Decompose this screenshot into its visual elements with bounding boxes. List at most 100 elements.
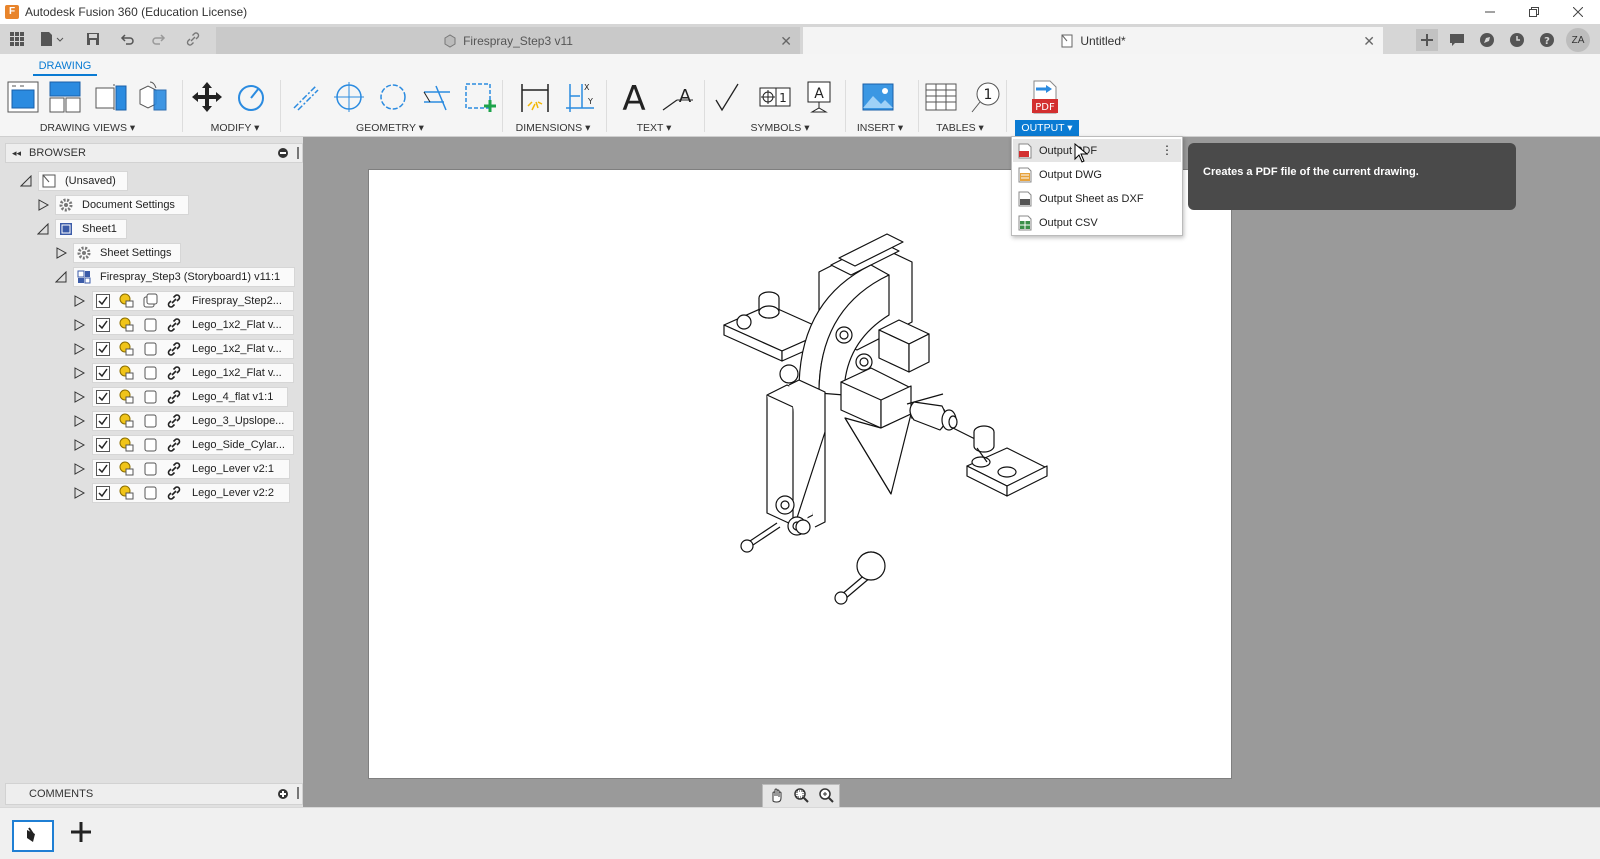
dimensions-menu[interactable]: DIMENSIONS ▾ [508, 120, 598, 136]
tab-firespray[interactable]: Firespray_Step3 v11 ✕ [216, 27, 800, 54]
link-button[interactable] [178, 24, 208, 54]
text-tool[interactable]: A [615, 78, 653, 116]
data-panel-button[interactable] [2, 24, 32, 54]
tree-node-component[interactable]: Firespray_Step2... [92, 291, 294, 311]
collapsed-triangle-icon[interactable] [73, 391, 85, 403]
output-pdf-tool[interactable]: PDF [1026, 78, 1064, 116]
panel-pin-icon[interactable] [297, 787, 299, 799]
tree-row-root[interactable]: (Unsaved) [20, 170, 128, 192]
collapsed-triangle-icon[interactable] [73, 319, 85, 331]
visibility-checkbox[interactable] [96, 342, 110, 356]
sheet-thumbnail[interactable] [12, 820, 54, 852]
add-comment-icon[interactable] [278, 789, 288, 799]
geometry-menu[interactable]: GEOMETRY ▾ [340, 120, 440, 136]
centerline-tool[interactable] [286, 78, 324, 116]
new-tab-button[interactable] [1416, 29, 1438, 51]
tree-node-document-settings[interactable]: Document Settings [55, 195, 189, 215]
menu-item-output-dwg[interactable]: Output DWG [1013, 163, 1181, 186]
tree-node-sheet1[interactable]: Sheet1 [55, 219, 127, 239]
center-mark-tool[interactable] [330, 78, 368, 116]
lego-assembly-drawing[interactable] [369, 170, 1231, 778]
tab-close-icon[interactable]: ✕ [1363, 33, 1375, 50]
file-menu-button[interactable] [34, 24, 70, 54]
restore-button[interactable] [1512, 0, 1556, 24]
symbols-menu[interactable]: SYMBOLS ▾ [735, 120, 825, 136]
menu-item-output-csv[interactable]: Output CSV [1013, 211, 1181, 234]
notifications-button[interactable] [1446, 29, 1468, 51]
tree-row-component[interactable]: Lego_1x2_Flat v... [73, 338, 294, 360]
redo-button[interactable] [144, 24, 174, 54]
tree-node-sheet-settings[interactable]: Sheet Settings [73, 243, 181, 263]
tree-row-component[interactable]: Lego_1x2_Flat v... [73, 314, 294, 336]
visibility-checkbox[interactable] [96, 366, 110, 380]
visibility-checkbox[interactable] [96, 486, 110, 500]
tree-node-component[interactable]: Lego_1x2_Flat v... [92, 339, 294, 359]
modify-menu[interactable]: MODIFY ▾ [195, 120, 275, 136]
collapse-panel-icon[interactable]: ◂◂ [12, 148, 21, 159]
menu-item-output-pdf[interactable]: Output PDF ⋮ [1013, 139, 1181, 162]
tree-row-component[interactable]: Lego_Side_Cylar... [73, 434, 294, 456]
tree-node-component[interactable]: Lego_1x2_Flat v... [92, 315, 294, 335]
panel-pin-icon[interactable] [297, 147, 299, 159]
tree-row-component[interactable]: Lego_Lever v2:2 [73, 482, 290, 504]
tree-node-component[interactable]: Lego_3_Upslope... [92, 411, 294, 431]
close-window-button[interactable] [1556, 0, 1600, 24]
tree-row-document-settings[interactable]: Document Settings [37, 194, 189, 216]
feature-control-frame-tool[interactable]: 1 [756, 78, 794, 116]
projected-view-tool[interactable] [46, 78, 84, 116]
expanded-triangle-icon[interactable] [37, 223, 49, 235]
visibility-checkbox[interactable] [96, 390, 110, 404]
more-options-icon[interactable]: ⋮ [1161, 143, 1173, 157]
output-menu[interactable]: OUTPUT ▾ [1015, 120, 1079, 136]
datum-identifier-tool[interactable]: A [800, 78, 838, 116]
tree-row-component[interactable]: Lego_1x2_Flat v... [73, 362, 294, 384]
collapsed-triangle-icon[interactable] [73, 487, 85, 499]
drawing-sheet[interactable] [368, 169, 1232, 779]
collapsed-triangle-icon[interactable] [73, 295, 85, 307]
browser-panel-header[interactable]: ◂◂ BROWSER [5, 143, 303, 163]
tree-row-component[interactable]: Lego_Lever v2:1 [73, 458, 290, 480]
table-tool[interactable] [922, 78, 960, 116]
sketch-tool[interactable] [460, 78, 498, 116]
dimension-tool[interactable] [516, 78, 554, 116]
edge-extension-tool[interactable] [418, 78, 456, 116]
tables-menu[interactable]: TABLES ▾ [930, 120, 990, 136]
extensions-button[interactable] [1476, 29, 1498, 51]
tree-row-component[interactable]: Lego_3_Upslope... [73, 410, 294, 432]
tree-row-sheet-settings[interactable]: Sheet Settings [55, 242, 181, 264]
tree-row-view[interactable]: Firespray_Step3 (Storyboard1) v11:1 [55, 266, 295, 288]
tree-node-unsaved[interactable]: (Unsaved) [38, 171, 128, 191]
zoom-window-button[interactable] [793, 787, 809, 806]
collapsed-triangle-icon[interactable] [55, 247, 67, 259]
center-mark-pattern-tool[interactable] [374, 78, 412, 116]
collapsed-triangle-icon[interactable] [37, 199, 49, 211]
leader-tool[interactable]: A [659, 78, 697, 116]
rotate-tool[interactable] [232, 78, 270, 116]
visibility-checkbox[interactable] [96, 414, 110, 428]
collapsed-triangle-icon[interactable] [73, 343, 85, 355]
tab-drawing[interactable]: DRAWING [33, 58, 97, 76]
visibility-checkbox[interactable] [96, 462, 110, 476]
ordinate-dimension-tool[interactable]: XY [560, 78, 598, 116]
menu-item-output-dxf[interactable]: Output Sheet as DXF [1013, 187, 1181, 210]
tree-node-component[interactable]: Lego_Lever v2:1 [92, 459, 290, 479]
undo-button[interactable] [112, 24, 142, 54]
visibility-checkbox[interactable] [96, 294, 110, 308]
comments-panel-header[interactable]: COMMENTS [5, 783, 303, 805]
insert-menu[interactable]: INSERT ▾ [850, 120, 910, 136]
base-view-tool[interactable] [4, 78, 42, 116]
tree-node-component[interactable]: Lego_Side_Cylar... [92, 435, 294, 455]
balloon-tool[interactable]: 1 [966, 78, 1004, 116]
help-button[interactable]: ? [1536, 29, 1558, 51]
collapsed-triangle-icon[interactable] [73, 415, 85, 427]
pan-button[interactable] [768, 787, 784, 806]
section-view-tool[interactable] [92, 78, 130, 116]
collapsed-triangle-icon[interactable] [73, 463, 85, 475]
user-avatar[interactable]: ZA [1566, 28, 1590, 52]
surface-texture-tool[interactable] [710, 78, 748, 116]
expanded-triangle-icon[interactable] [20, 175, 32, 187]
save-button[interactable] [78, 24, 108, 54]
visibility-checkbox[interactable] [96, 438, 110, 452]
insert-image-tool[interactable] [859, 78, 897, 116]
collapsed-triangle-icon[interactable] [73, 439, 85, 451]
